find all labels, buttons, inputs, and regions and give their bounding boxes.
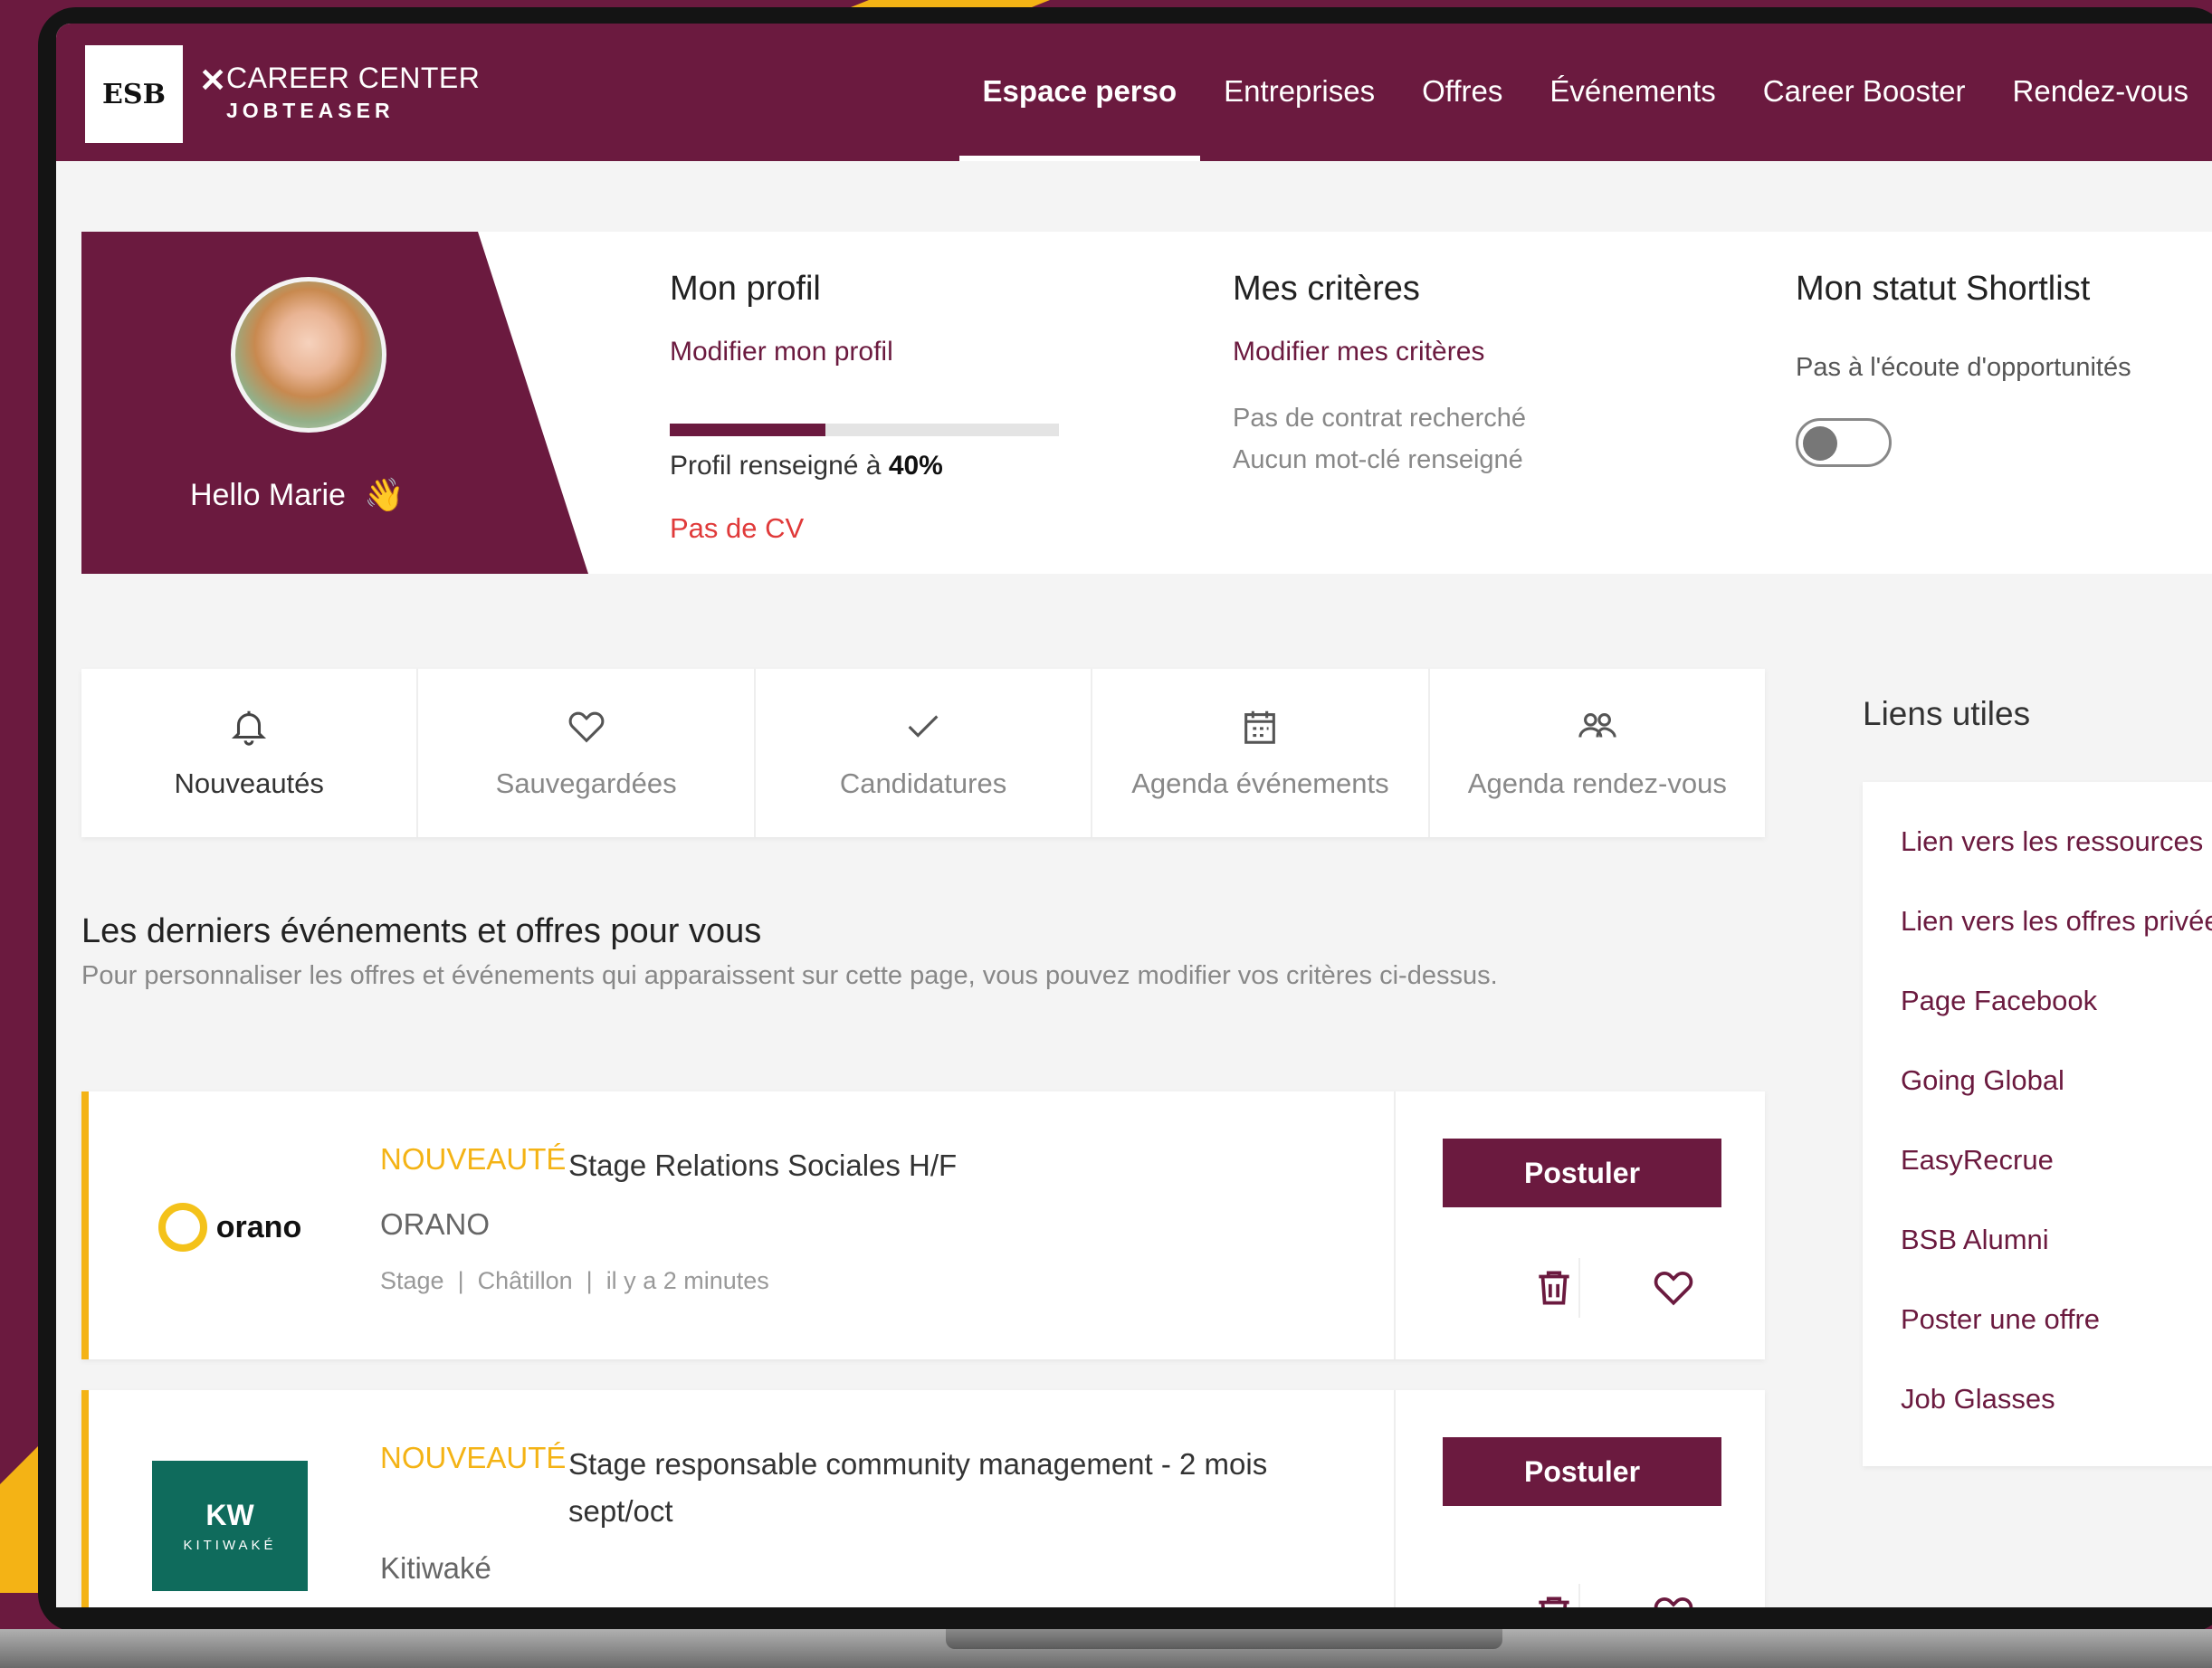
check-icon: [908, 715, 939, 738]
link-easyrecrue[interactable]: EasyRecrue: [1901, 1144, 2054, 1177]
action-divider: [1578, 1258, 1580, 1318]
feed-title: Les derniers événements et offres pour v…: [81, 912, 762, 950]
link-job-glasses[interactable]: Job Glasses: [1901, 1383, 2055, 1415]
tab-agenda-evenements[interactable]: Agenda événements: [1092, 669, 1430, 837]
greeting-text: Hello Marie: [190, 477, 346, 512]
orano-ring-icon: [157, 1203, 207, 1252]
activity-tabs: Nouveautés Sauvegardées Candidatures Age…: [81, 669, 1765, 837]
shortlist-toggle[interactable]: [1796, 418, 1892, 467]
feed-subtitle: Pour personnaliser les offres et événeme…: [81, 961, 1498, 990]
apply-button[interactable]: Postuler: [1443, 1139, 1721, 1207]
link-offres-privees[interactable]: Lien vers les offres privées: [1901, 905, 2212, 938]
offer-company[interactable]: ORANO: [380, 1207, 490, 1242]
offer-title[interactable]: Stage responsable community management -…: [568, 1441, 1365, 1535]
shortlist-status: Pas à l'écoute d'opportunités: [1796, 353, 2131, 382]
cv-status[interactable]: Pas de CV: [670, 512, 804, 545]
brand-title: CAREER CENTER: [226, 62, 481, 94]
link-bsb-alumni[interactable]: BSB Alumni: [1901, 1224, 2049, 1256]
nav-offres[interactable]: Offres: [1422, 74, 1502, 161]
company-logo-orano: orano: [152, 1162, 308, 1292]
heart-icon[interactable]: [1651, 1265, 1696, 1311]
tab-label: Agenda rendez-vous: [1467, 767, 1727, 799]
tab-nouveautes[interactable]: Nouveautés: [81, 669, 419, 837]
company-logo-kitiwake: KW KITIWAKÉ: [152, 1461, 308, 1591]
top-header: ESB CAREER CENTER JOBTEASER ✕ Espace per…: [56, 24, 2212, 161]
action-divider: [1578, 1584, 1580, 1607]
new-badge: NOUVEAUTÉ: [380, 1142, 567, 1176]
profile-progress-label: Profil renseigné à 40%: [670, 451, 943, 481]
profile-progress-fill: [670, 424, 825, 436]
wave-icon: 👋: [363, 476, 405, 513]
link-going-global[interactable]: Going Global: [1901, 1064, 2064, 1097]
heart-icon[interactable]: [1651, 1591, 1696, 1607]
tab-sauvegardees[interactable]: Sauvegardées: [418, 669, 756, 837]
tab-label: Sauvegardées: [495, 767, 677, 799]
app-screen: ESB CAREER CENTER JOBTEASER ✕ Espace per…: [56, 24, 2212, 1607]
tab-label: Agenda événements: [1131, 767, 1389, 799]
brand-subtitle: JOBTEASER: [226, 99, 395, 122]
greeting: Hello Marie 👋: [190, 476, 405, 514]
career-center-brand[interactable]: CAREER CENTER JOBTEASER ✕: [199, 62, 480, 123]
calendar-icon: [1244, 710, 1276, 744]
nav-evenements[interactable]: Événements: [1549, 74, 1715, 161]
kitiwake-mark-icon: KW: [205, 1499, 254, 1531]
criteria-section-title: Mes critères: [1233, 270, 1420, 308]
card-divider: [1394, 1091, 1396, 1359]
jobteaser-mark-icon: ✕: [199, 62, 227, 99]
tab-label: Nouveautés: [174, 767, 324, 799]
tab-label: Candidatures: [839, 767, 1007, 799]
offer-company[interactable]: Kitiwaké: [380, 1551, 491, 1586]
useful-links-panel: Lien vers les ressources Lien vers les o…: [1863, 782, 2212, 1466]
link-facebook[interactable]: Page Facebook: [1901, 985, 2097, 1017]
bell-icon: [232, 710, 267, 746]
trash-icon[interactable]: [1531, 1265, 1577, 1311]
card-divider: [1394, 1390, 1396, 1607]
heart-icon: [568, 711, 605, 743]
link-ressources[interactable]: Lien vers les ressources: [1901, 825, 2203, 858]
greeting-panel: Hello Marie 👋: [81, 232, 588, 574]
offer-meta: Stage | Châtillon | il y a 2 minutes: [380, 1267, 769, 1294]
nav-career-booster[interactable]: Career Booster: [1763, 74, 1966, 161]
criteria-keywords: Aucun mot-clé renseigné: [1233, 445, 1523, 474]
offer-card[interactable]: KW KITIWAKÉ NOUVEAUTÉ Stage responsable …: [81, 1390, 1765, 1607]
trash-icon[interactable]: [1531, 1591, 1577, 1607]
nav-entreprises[interactable]: Entreprises: [1224, 74, 1375, 161]
apply-button[interactable]: Postuler: [1443, 1437, 1721, 1506]
avatar[interactable]: [231, 277, 386, 433]
laptop-notch: [946, 1629, 1502, 1649]
nav-espace-perso[interactable]: Espace perso: [958, 74, 1200, 161]
profile-section-title: Mon profil: [670, 270, 821, 308]
offer-title[interactable]: Stage Relations Sociales H/F: [568, 1142, 1365, 1189]
tab-agenda-rendez-vous[interactable]: Agenda rendez-vous: [1430, 669, 1765, 837]
edit-profile-link[interactable]: Modifier mon profil: [670, 337, 893, 367]
profile-progress-bar: [670, 424, 1059, 436]
school-logo[interactable]: ESB: [85, 45, 183, 143]
criteria-contract: Pas de contrat recherché: [1233, 404, 1527, 433]
new-badge: NOUVEAUTÉ: [380, 1441, 567, 1474]
useful-links-title: Liens utiles: [1863, 695, 2031, 732]
shortlist-section-title: Mon statut Shortlist: [1796, 270, 2091, 308]
main-nav: Espace perso Entreprises Offres Événemen…: [936, 74, 2212, 161]
link-poster-offre[interactable]: Poster une offre: [1901, 1303, 2100, 1336]
toggle-knob: [1803, 426, 1837, 461]
edit-criteria-link[interactable]: Modifier mes critères: [1233, 337, 1484, 367]
nav-rendez-vous[interactable]: Rendez-vous: [2013, 74, 2188, 161]
offer-card[interactable]: orano NOUVEAUTÉ Stage Relations Sociales…: [81, 1091, 1765, 1359]
tab-candidatures[interactable]: Candidatures: [756, 669, 1093, 837]
people-icon: [1578, 713, 1616, 738]
